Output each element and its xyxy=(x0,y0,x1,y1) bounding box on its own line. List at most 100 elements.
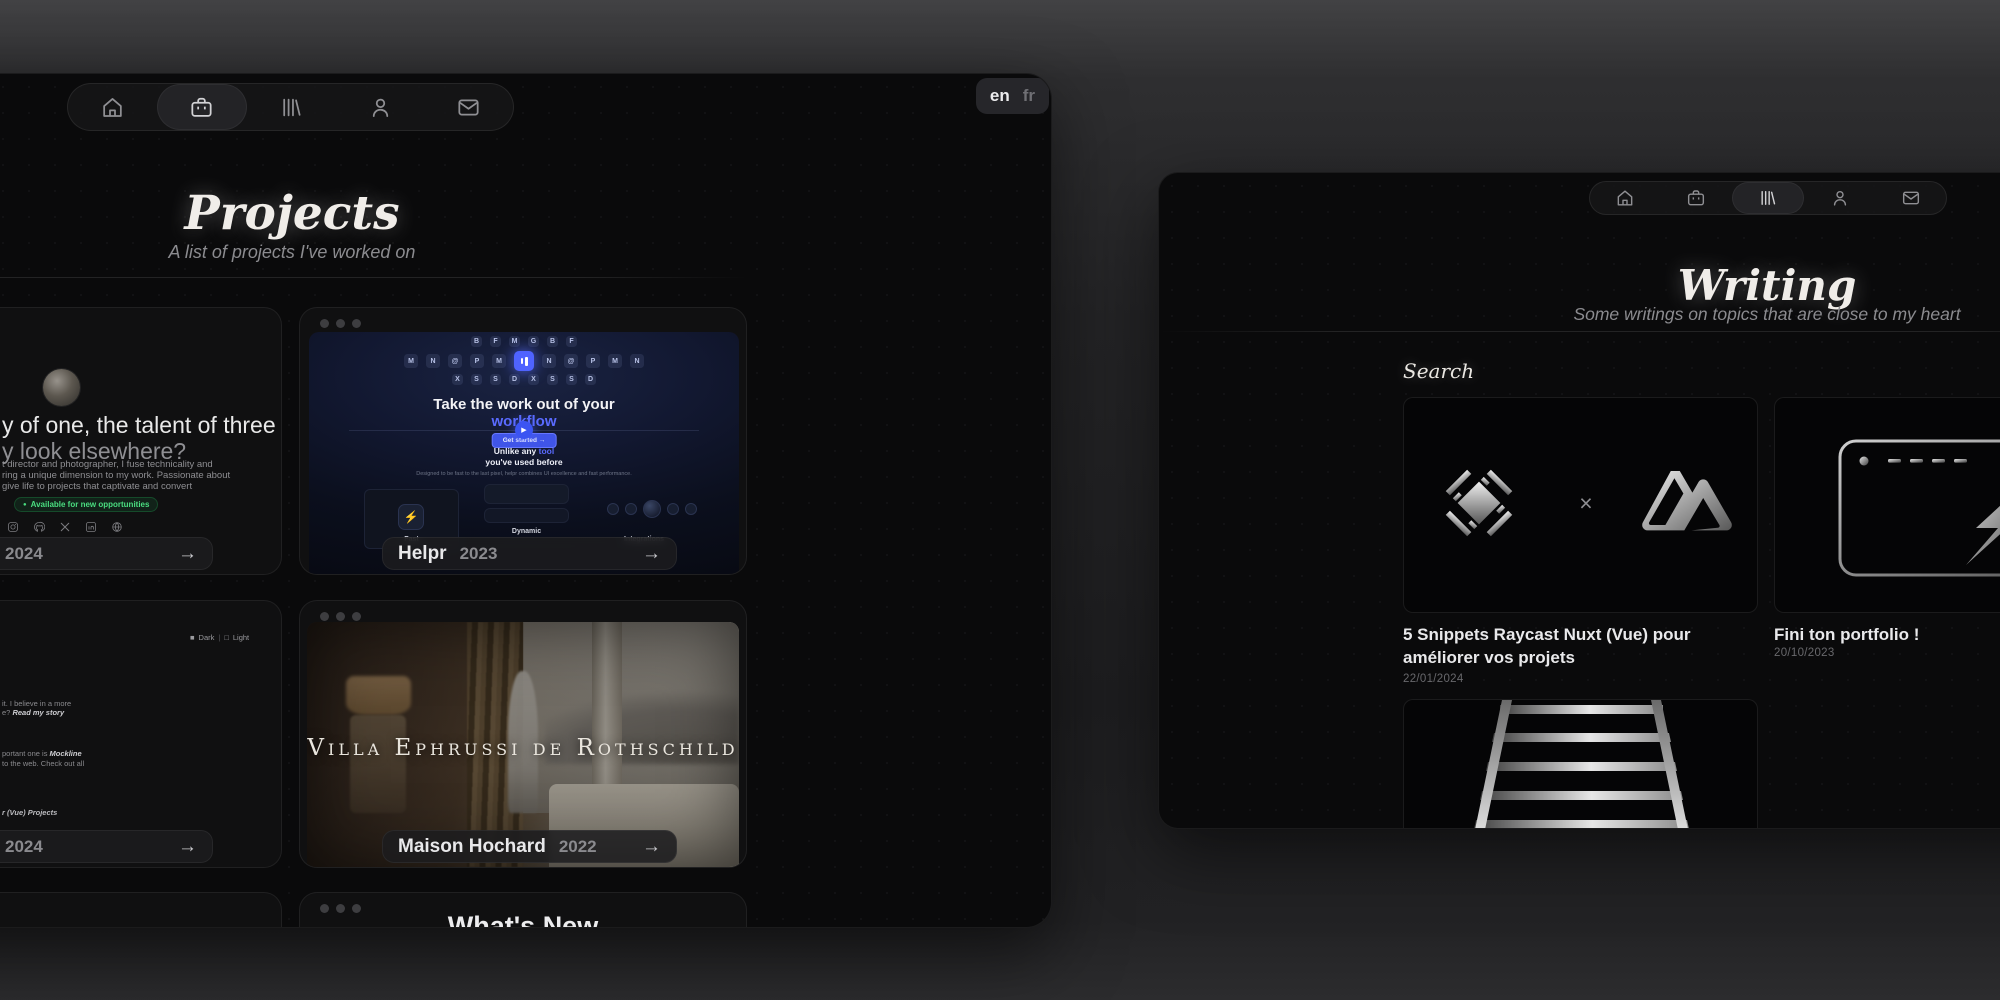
arrow-right-icon: → xyxy=(642,543,661,565)
project-card-portfolio[interactable]: y of one, the talent of three y look els… xyxy=(0,307,282,575)
filled-square-icon: ■ xyxy=(190,633,195,642)
project-year: 2024 xyxy=(5,544,43,564)
writing-window: Writing Some writings on topics that are… xyxy=(1158,172,2000,829)
app-icon: F xyxy=(566,336,577,347)
nuxt-logo xyxy=(1642,471,1732,534)
helpr-app-icons-row-1: BFMGBF xyxy=(309,336,739,347)
portfolio-body-2: ring a unique dimension to my work. Pass… xyxy=(2,471,230,482)
app-icon: S xyxy=(547,374,558,385)
avatar xyxy=(43,369,80,406)
project-card-studio[interactable]: ■ Dark | □ Light it. I believe in a more… xyxy=(0,600,282,868)
nav-home-button[interactable] xyxy=(1590,182,1661,214)
article-title[interactable]: Fini ton portfolio ! xyxy=(1774,623,2000,646)
play-button[interactable]: ▶ xyxy=(515,421,533,439)
briefcase-icon xyxy=(1686,188,1706,208)
header-divider xyxy=(0,277,748,278)
user-icon xyxy=(368,95,393,120)
header-divider xyxy=(1159,331,2000,332)
article-date: 22/01/2024 xyxy=(1403,673,1464,685)
studio-card-link[interactable]: 2024 → xyxy=(0,830,213,863)
helpr-card-link[interactable]: Helpr 2023 → xyxy=(382,537,677,570)
nav-contact-button[interactable] xyxy=(424,84,513,130)
play-icon: ▶ xyxy=(521,426,526,434)
instagram-icon[interactable] xyxy=(7,521,19,533)
portfolio-body-1: t director and photographer, I fuse tech… xyxy=(2,460,213,471)
page-title: Projects xyxy=(184,186,399,241)
article-card-ladder[interactable] xyxy=(1403,699,1758,829)
linkedin-icon[interactable] xyxy=(85,521,97,533)
portfolio-card-link[interactable]: 2024 → xyxy=(0,537,213,570)
x-twitter-icon[interactable] xyxy=(59,521,71,533)
helpr-logo-icon xyxy=(514,351,534,371)
project-card-partial[interactable] xyxy=(0,892,282,928)
nav-writing-button[interactable] xyxy=(247,84,336,130)
project-year: 2024 xyxy=(5,837,43,857)
app-icon: P xyxy=(586,354,600,368)
page-subtitle: Some writings on topics that are close t… xyxy=(1573,304,1960,325)
helpr-dynamic-panel-2 xyxy=(484,508,569,523)
arrow-right-icon: → xyxy=(178,543,197,565)
lang-fr-button[interactable]: fr xyxy=(1023,86,1035,106)
arrow-right-icon: → xyxy=(642,836,661,858)
maison-card-link[interactable]: Maison Hochard 2022 → xyxy=(382,830,677,863)
github-icon[interactable] xyxy=(33,521,45,533)
home-icon xyxy=(100,95,125,120)
nav-about-button[interactable] xyxy=(336,84,425,130)
nav-projects-button[interactable] xyxy=(1661,182,1732,214)
lightning-icon: ⚡ xyxy=(398,504,424,530)
mail-icon xyxy=(1901,188,1921,208)
app-icon: M xyxy=(492,354,506,368)
theme-dark-label: Dark xyxy=(199,633,215,642)
app-icon: D xyxy=(509,374,520,385)
nav-contact-button[interactable] xyxy=(1875,182,1946,214)
app-icon: N xyxy=(426,354,440,368)
app-icon: X xyxy=(452,374,463,385)
app-icon: N xyxy=(630,354,644,368)
project-card-maison[interactable]: Villa Ephrussi de Rothschild Maison Hoch… xyxy=(299,600,747,868)
read-my-story-link[interactable]: Read my story xyxy=(12,708,64,717)
portfolio-headline-1: y of one, the talent of three xyxy=(2,412,276,439)
app-icon: M xyxy=(608,354,622,368)
raycast-logo xyxy=(1437,461,1521,545)
app-icon: B xyxy=(547,336,558,347)
app-icon: @ xyxy=(564,354,578,368)
app-icon: B xyxy=(471,336,482,347)
project-year: 2023 xyxy=(460,544,498,564)
user-icon xyxy=(1830,188,1850,208)
app-icon: X xyxy=(528,374,539,385)
arrow-right-icon: → xyxy=(178,836,197,858)
theme-light-label: Light xyxy=(233,633,249,642)
traffic-light-dots xyxy=(320,612,361,621)
theme-toggle[interactable]: ■ Dark | □ Light xyxy=(190,633,249,642)
search-label: Search xyxy=(1403,359,1474,383)
green-dot-icon: ● xyxy=(23,502,27,508)
availability-badge-label: Available for new opportunities xyxy=(31,500,150,509)
globe-icon[interactable] xyxy=(111,521,123,533)
helpr-tagline-2: you've used before xyxy=(309,457,739,467)
nav-about-button[interactable] xyxy=(1804,182,1875,214)
social-links xyxy=(7,521,123,533)
app-icon: F xyxy=(490,336,501,347)
studio-text-5: r (Vue) Projects xyxy=(2,808,57,817)
traffic-light-dots xyxy=(320,319,361,328)
article-card-raycast-nuxt[interactable]: × xyxy=(1403,397,1758,613)
nav-projects-button[interactable] xyxy=(157,84,248,130)
article-date: 20/10/2023 xyxy=(1774,647,1835,659)
project-card-helpr[interactable]: BFMGBF MN@PMN@PMN XSSDXSSD Take the work… xyxy=(299,307,747,575)
studio-text-3: portant one is Mockline xyxy=(2,749,82,758)
project-card-whats-new[interactable]: What's New xyxy=(299,892,747,928)
lang-en-button[interactable]: en xyxy=(990,86,1010,106)
article-title[interactable]: 5 Snippets Raycast Nuxt (Vue) pour améli… xyxy=(1403,623,1765,669)
app-icon: @ xyxy=(448,354,462,368)
nav-home-button[interactable] xyxy=(68,84,157,130)
nav-writing-button[interactable] xyxy=(1732,182,1805,214)
mail-icon xyxy=(456,95,481,120)
briefcase-icon xyxy=(189,95,214,120)
app-icon: D xyxy=(585,374,596,385)
app-icon: P xyxy=(470,354,484,368)
language-switcher: en fr xyxy=(976,78,1049,114)
helpr-app-icons-row-3: XSSDXSSD xyxy=(309,374,739,385)
app-icon: S xyxy=(490,374,501,385)
browser-lightning-graphic xyxy=(1830,433,2000,583)
article-card-portfolio-done[interactable] xyxy=(1774,397,2000,613)
